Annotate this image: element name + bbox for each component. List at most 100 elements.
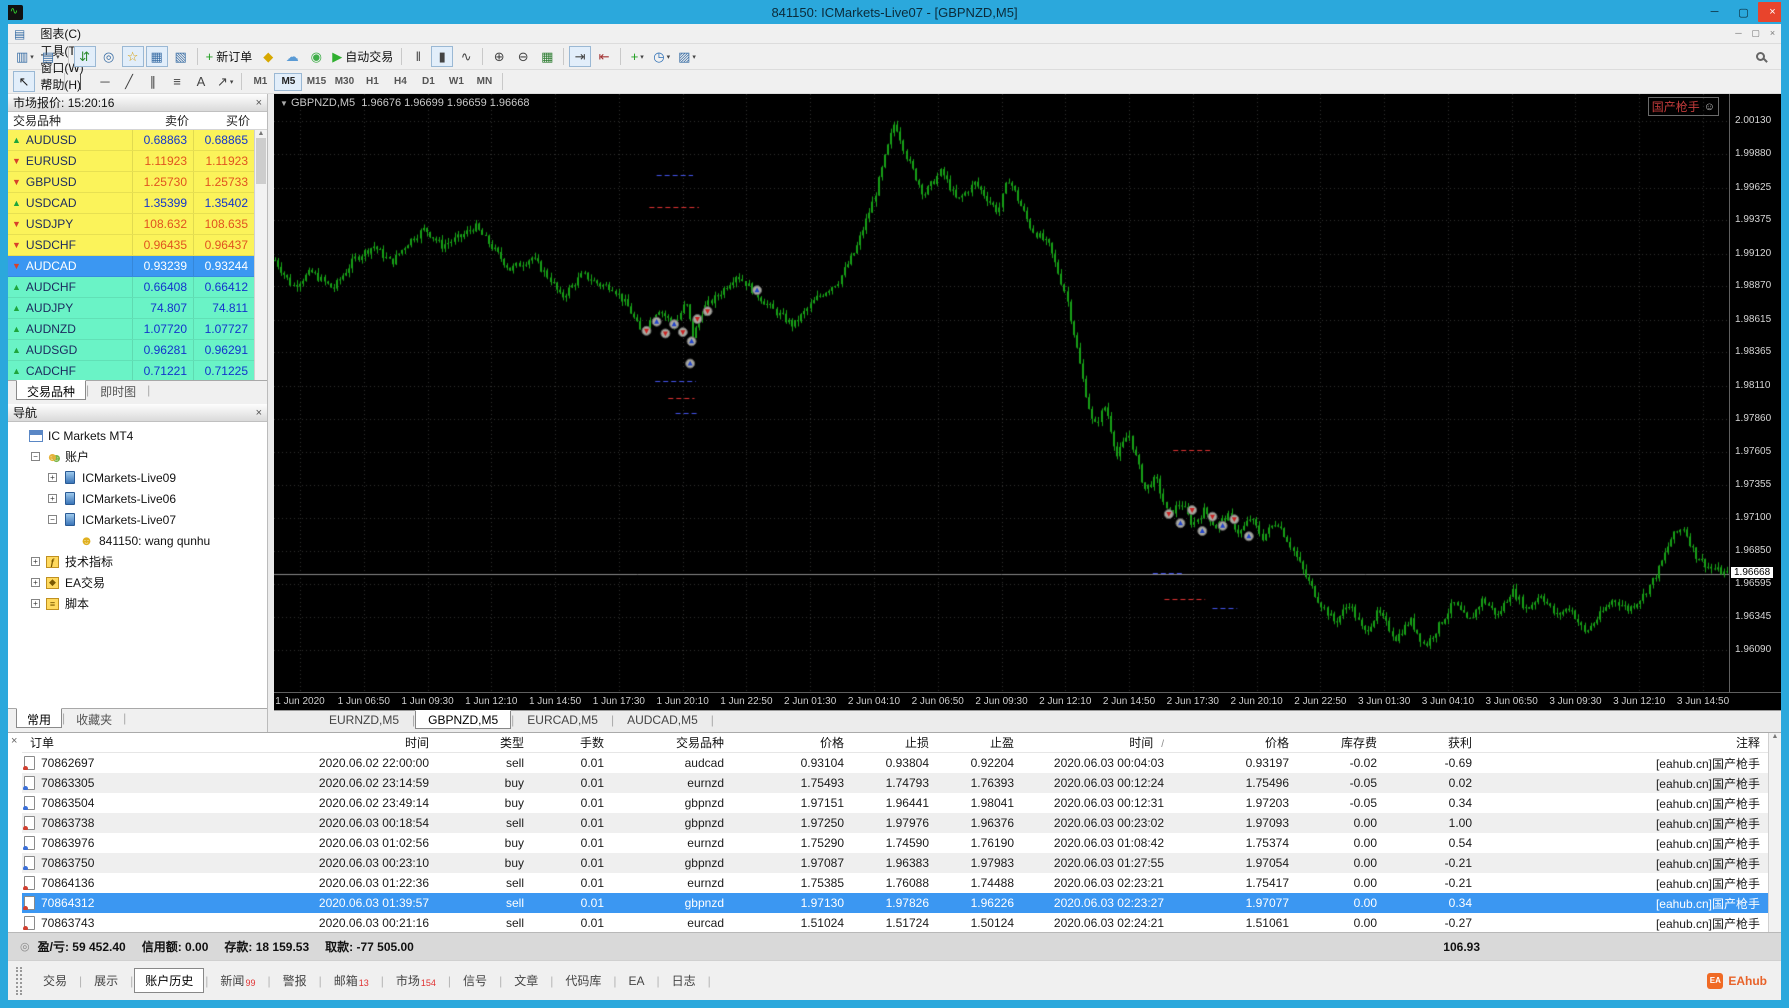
tree-item[interactable]: + ƒ 技术指标 [8,551,267,572]
chart-tab-EURNZD,M5[interactable]: EURNZD,M5 [316,710,412,729]
vertical-line-button[interactable]: │ [70,71,92,92]
tab-交易品种[interactable]: 交易品种 [16,380,87,400]
tree-item[interactable]: + ICMarkets-Live09 [8,467,267,488]
terminal-button[interactable]: ▦ [145,46,168,67]
panel-grip[interactable] [16,966,22,995]
search-icon[interactable] [1756,52,1765,61]
market-watch-row[interactable]: ▲ AUDJPY 74.807 74.811 [8,298,255,319]
market-watch-column-2[interactable]: 买价 [194,112,255,129]
trendline-button[interactable]: ╱ [118,71,140,92]
tree-item[interactable]: + ≡ 脚本 [8,593,267,614]
table-row[interactable]: 70863738 2020.06.03 00:18:54 sell 0.01 gbpnz… [22,813,1768,833]
tab-警报[interactable]: 警报 [272,968,318,993]
mdi-close-icon[interactable]: × [1764,28,1781,39]
chevron-down-icon[interactable]: ▾ [56,53,60,61]
restore-button[interactable]: ▢ [1729,2,1758,22]
expand-icon[interactable]: + [31,557,40,566]
tab-新闻[interactable]: 新闻 99 [209,968,266,993]
collapse-icon[interactable]: − [31,452,40,461]
market-watch-column-0[interactable]: 交易品种 [8,112,133,129]
tab-EA[interactable]: EA [617,970,655,992]
horizontal-line-button[interactable]: ─ [94,71,116,92]
history-column-6[interactable]: 止损 [852,734,937,751]
chevron-down-icon[interactable]: ▾ [640,53,644,61]
chart-tab-GBPNZD,M5[interactable]: GBPNZD,M5 [415,710,512,729]
price-chart-canvas[interactable] [274,94,1729,692]
history-column-10[interactable]: 库存费 [1297,734,1385,751]
timeframe-MN[interactable]: MN [470,73,498,91]
navigator-close-icon[interactable]: × [256,407,262,419]
chevron-down-icon[interactable]: ▾ [667,53,671,61]
chevron-down-icon[interactable]: ▼ [280,99,288,108]
terminal-close-icon[interactable]: × [11,735,17,747]
auto-scroll-button[interactable]: ⇥ [569,46,592,67]
history-column-9[interactable]: 价格 [1172,734,1297,751]
market-watch-row[interactable]: ▲ CADCHF 0.71221 0.71225 [8,361,255,380]
text-label-button[interactable]: A [190,71,212,92]
table-row[interactable]: 70862697 2020.06.02 22:00:00 sell 0.01 audca… [22,753,1768,773]
tree-item[interactable]: + ICMarkets-Live06 [8,488,267,509]
cursor-button[interactable]: ↖ [13,71,35,92]
market-watch-row[interactable]: ▼ USDCHF 0.96435 0.96437 [8,235,255,256]
fibonacci-button[interactable]: ≡ [166,71,188,92]
tree-item[interactable]: − ICMarkets-Live07 [8,509,267,530]
chart-area[interactable]: ▼ GBPNZD,M5 1.96676 1.96699 1.96659 1.96… [274,94,1781,692]
market-watch-row[interactable]: ▼ EURUSD 1.11923 1.11923 [8,151,255,172]
timeframe-M30[interactable]: M30 [330,73,358,91]
expand-icon[interactable]: + [48,494,57,503]
market-watch-button[interactable]: ⇵ [73,46,96,67]
history-column-0[interactable]: 订单 [22,734,302,751]
tab-即时图[interactable]: 即时图 [89,380,147,400]
table-row[interactable]: 70864136 2020.06.03 01:22:36 sell 0.01 eurnz… [22,873,1768,893]
history-column-1[interactable]: 时间 [302,734,437,751]
equidistant-channel-button[interactable]: ∥ [142,71,164,92]
metaeditor-button[interactable]: ◆ [257,46,279,67]
market-watch-row[interactable]: ▼ USDJPY 108.632 108.635 [8,214,255,235]
tile-windows-button[interactable]: ▦ [536,46,558,67]
tab-代码库[interactable]: 代码库 [554,968,612,993]
tab-信号[interactable]: 信号 [452,968,498,993]
minimize-button[interactable]: ─ [1700,2,1729,22]
expand-icon[interactable]: + [31,578,40,587]
tree-item[interactable]: IC Markets MT4 [8,425,267,446]
tab-日志[interactable]: 日志 [661,968,707,993]
menu-item-图表(C)[interactable]: 图表(C) [31,25,92,42]
timeframe-M1[interactable]: M1 [246,73,274,91]
market-watch-row[interactable]: ▲ AUDUSD 0.68863 0.68865 [8,130,255,151]
timeframe-W1[interactable]: W1 [442,73,470,91]
history-column-7[interactable]: 止盈 [937,734,1022,751]
terminal-scrollbar[interactable]: ▲ [1768,733,1781,932]
new-order-button[interactable]: + 新订单 [203,46,256,67]
table-row[interactable]: 70864312 2020.06.03 01:39:57 sell 0.01 gbpnz… [22,893,1768,913]
history-column-3[interactable]: 手数 [532,734,612,751]
tab-收藏夹[interactable]: 收藏夹 [65,708,123,728]
chart-tab-AUDCAD,M5[interactable]: AUDCAD,M5 [614,710,711,729]
timeframe-D1[interactable]: D1 [414,73,442,91]
navigator-button[interactable]: ☆ [121,46,144,67]
time-axis[interactable]: 1 Jun 2020 1 Jun 06:50 1 Jun 09:30 1 Jun 12… [274,692,1781,710]
mdi-minimize-icon[interactable]: ─ [1730,28,1747,39]
history-column-4[interactable]: 交易品种 [612,734,732,751]
market-watch-close-icon[interactable]: × [256,97,262,109]
periods-button[interactable]: ◷ ▾ [650,46,673,67]
market-watch-row[interactable]: ▼ GBPUSD 1.25730 1.25733 [8,172,255,193]
tab-邮箱[interactable]: 邮箱 13 [323,968,380,993]
tab-账户历史[interactable]: 账户历史 [134,968,205,993]
tab-文章[interactable]: 文章 [503,968,549,993]
chart-candles-button[interactable]: ▮ [431,46,454,67]
chevron-down-icon[interactable]: ▾ [30,53,34,61]
table-row[interactable]: 70863305 2020.06.02 23:14:59 buy 0.01 eurnzd… [22,773,1768,793]
timeframe-M5[interactable]: M5 [274,72,303,91]
indicators-button[interactable]: + ▾ [626,46,648,67]
chevron-down-icon[interactable]: ▾ [230,78,234,86]
profiles-button[interactable]: ▤ ▾ [39,46,63,67]
tree-item[interactable]: − ☻ 账户 [8,446,267,467]
history-column-12[interactable]: 注释 [1480,734,1768,751]
market-watch-row[interactable]: ▼ AUDCAD 0.93239 0.93244 [8,256,255,277]
auto-trading-button[interactable]: ▶ 自动交易 [329,46,396,67]
history-column-5[interactable]: 价格 [732,734,852,751]
chart-line-button[interactable]: ∿ [455,46,477,67]
data-window-button[interactable]: ◎ [98,46,120,67]
tab-常用[interactable]: 常用 [16,708,63,728]
collapse-icon[interactable]: − [48,515,57,524]
